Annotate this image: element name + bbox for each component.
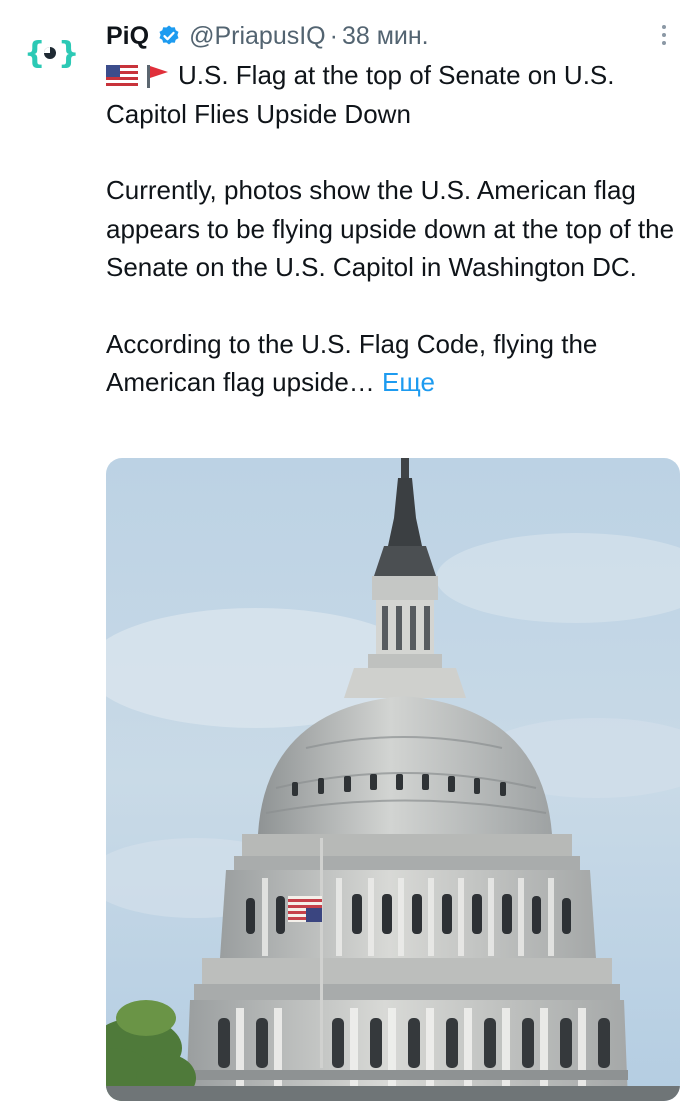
svg-text:{: { [24,36,45,71]
post-text: U.S. Flag at the top of Senate on U.S. C… [106,56,686,402]
post-title: U.S. Flag at the top of Senate on U.S. C… [106,60,615,129]
avatar[interactable]: { } [22,30,78,78]
svg-text:}: } [58,36,78,71]
separator-dot: · [329,21,338,50]
post-header: PiQ @PriapusIQ · 38 мин. [106,18,676,54]
upside-down-flag [288,896,322,922]
red-flag-emoji [147,65,168,88]
emoji-flags [106,63,170,89]
post-paragraph-2-text: According to the U.S. Flag Code, flying … [106,328,598,398]
show-more-link[interactable]: Еще [382,367,435,397]
post-paragraph-1: Currently, photos show the U.S. American… [106,175,675,282]
post-title-line: U.S. Flag at the top of Senate on U.S. C… [106,56,686,133]
piq-logo-icon: { } [24,36,78,71]
us-flag-emoji [106,65,138,87]
capitol-dome-image [106,458,680,1101]
author-name[interactable]: PiQ [106,22,149,51]
post-photo[interactable] [106,458,680,1101]
post-paragraph-2: According to the U.S. Flag Code, flying … [106,325,686,402]
author-handle[interactable]: @PriapusIQ [189,22,326,51]
verified-badge-icon [157,24,181,48]
more-options-icon[interactable] [652,20,676,50]
post-timestamp[interactable]: 38 мин. [342,22,429,51]
